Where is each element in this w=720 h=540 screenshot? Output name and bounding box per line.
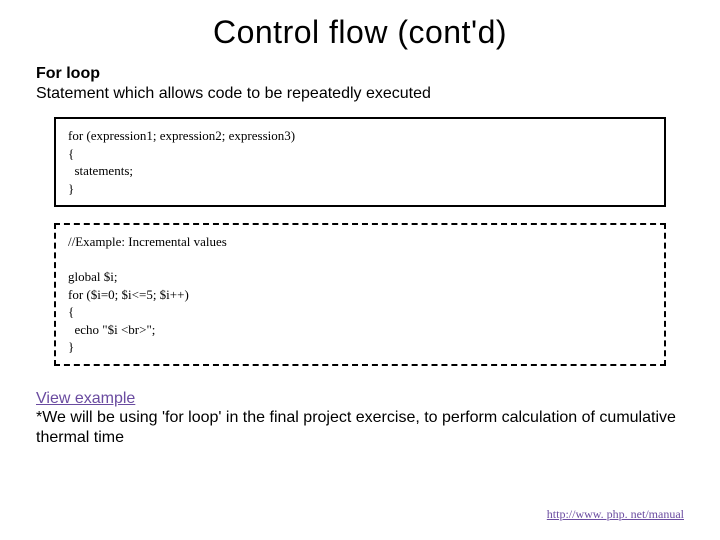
note-text: *We will be using 'for loop' in the fina…	[36, 408, 684, 448]
slide-title: Control flow (cont'd)	[36, 14, 684, 51]
syntax-box: for (expression1; expression2; expressio…	[54, 117, 666, 207]
syntax-code: for (expression1; expression2; expressio…	[68, 127, 652, 197]
section-subheading: For loop	[36, 65, 684, 83]
example-code: //Example: Incremental values global $i;…	[68, 233, 652, 356]
section-description: Statement which allows code to be repeat…	[36, 85, 684, 103]
example-box: //Example: Incremental values global $i;…	[54, 223, 666, 366]
view-example-link[interactable]: View example	[36, 390, 135, 408]
footer-link[interactable]: http://www. php. net/manual	[547, 507, 684, 522]
